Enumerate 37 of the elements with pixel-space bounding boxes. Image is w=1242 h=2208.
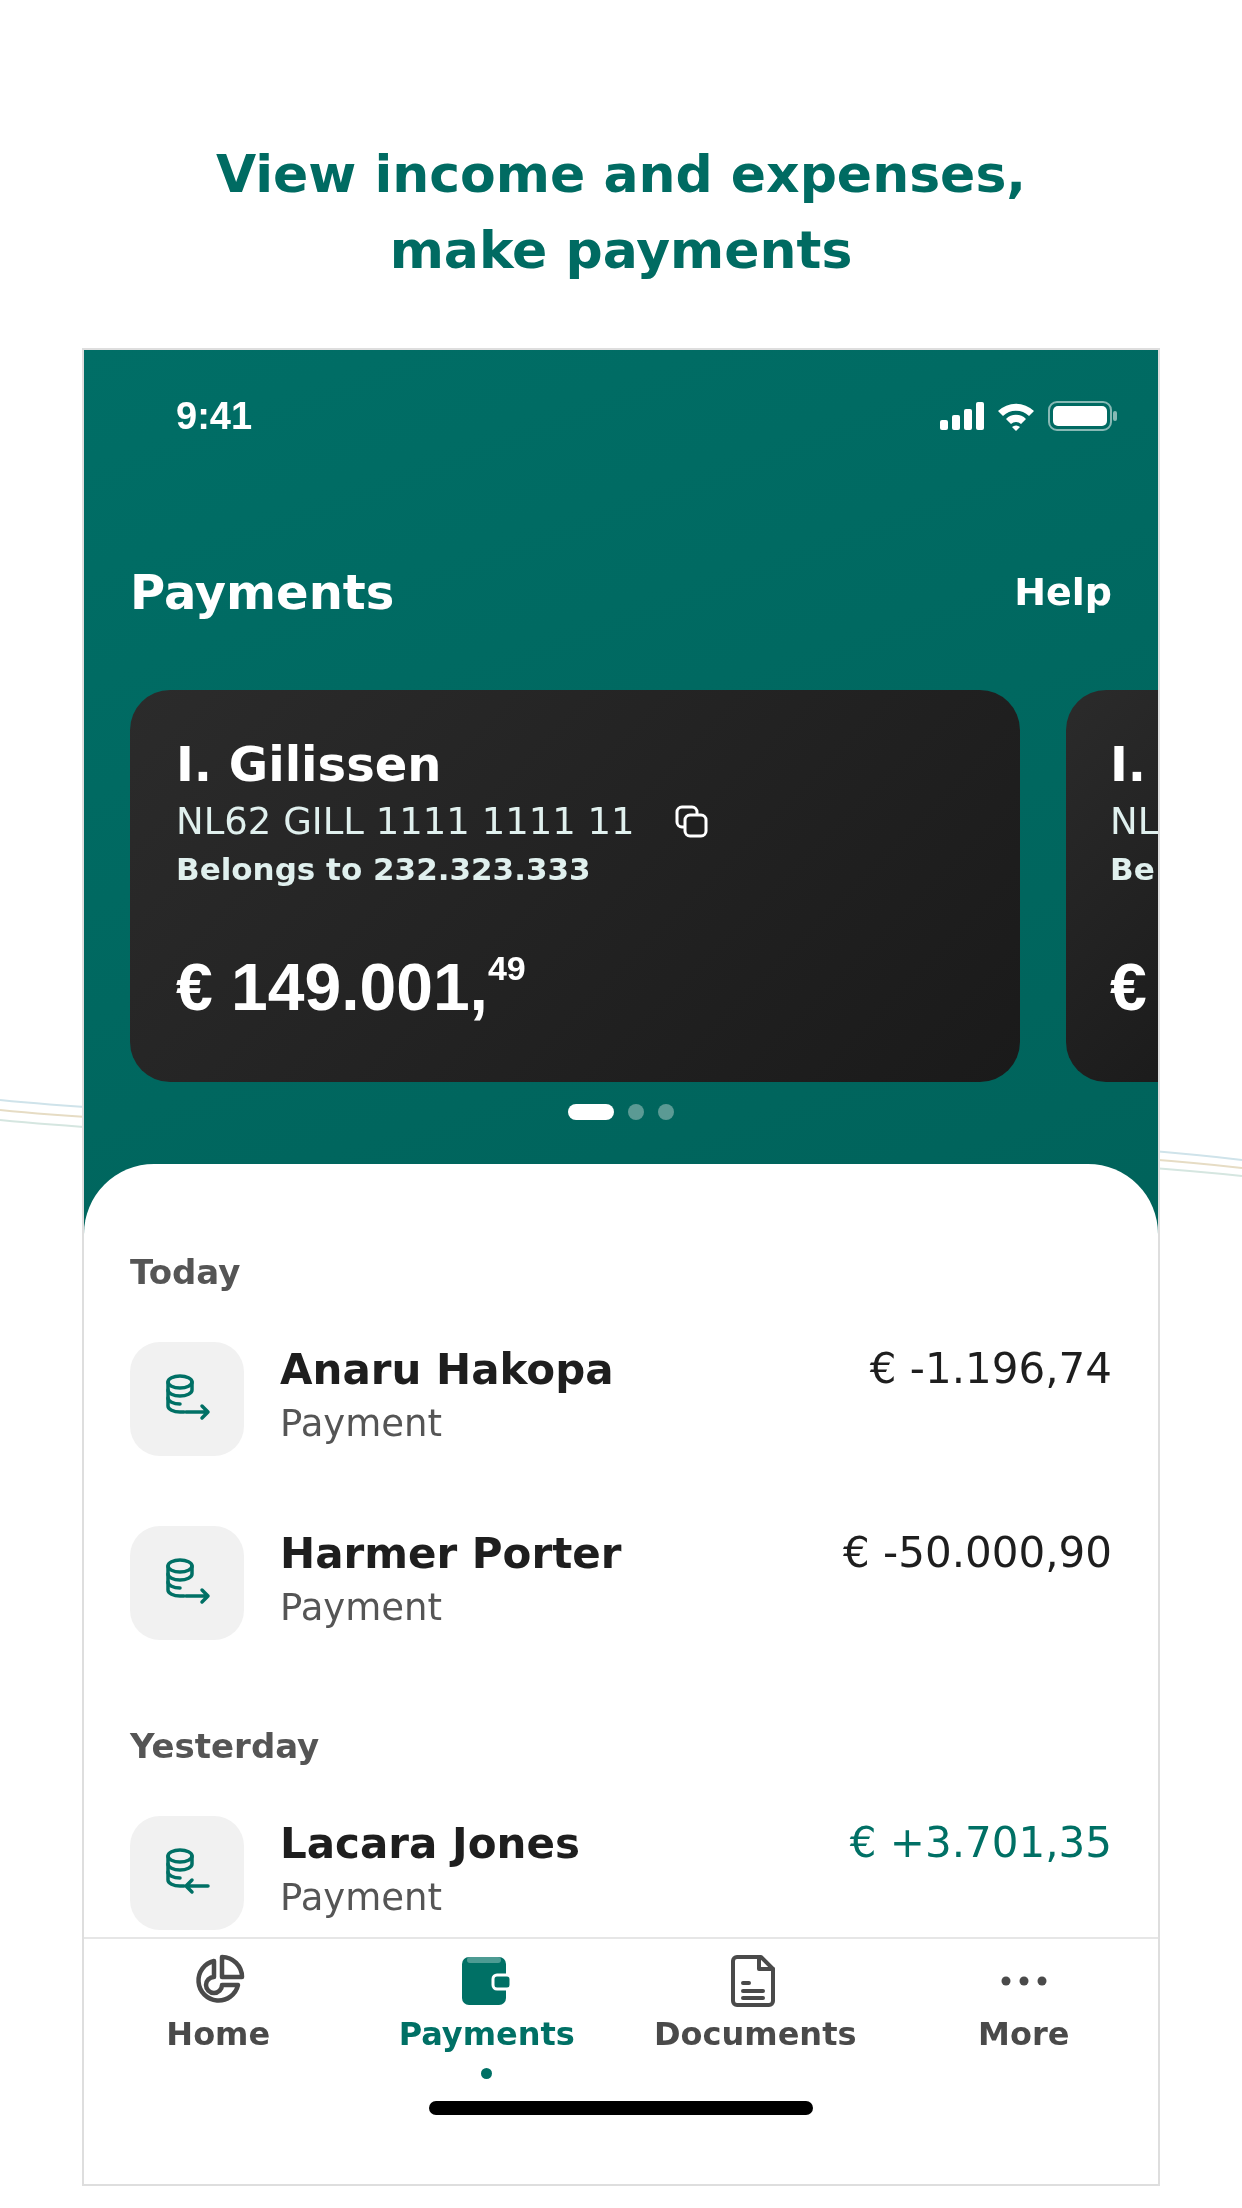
nav-tab[interactable]: Payments xyxy=(352,1939,621,2089)
active-dot xyxy=(481,2068,493,2079)
page-indicator-dot[interactable] xyxy=(628,1104,644,1120)
payee-name: Lacara Jones xyxy=(280,1818,581,1870)
transaction-type: Payment xyxy=(280,1585,443,1631)
balance-amount: € xyxy=(1110,949,1148,1025)
copy-icon[interactable] xyxy=(674,804,709,839)
account-holder: I. Gilissen xyxy=(176,735,443,794)
account-card[interactable]: I. NL Be € xyxy=(1066,690,1158,1082)
transaction-amount: € +3.701,35 xyxy=(849,1818,1112,1867)
signal-icon xyxy=(940,402,984,430)
account-card[interactable]: I. Gilissen NL62 GILL 1111 1111 11 Belongs to 232.323.333 € 149.001,$^{49}$ xyxy=(130,690,1020,1082)
section-heading: Today xyxy=(130,1252,242,1292)
section-heading: Yesterday xyxy=(130,1726,321,1766)
nav-tab[interactable]: Home xyxy=(84,1939,353,2089)
transaction-type: Payment xyxy=(280,1875,443,1921)
transaction-type: Payment xyxy=(280,1401,443,1447)
payee-name: Anaru Hakopa xyxy=(280,1344,615,1396)
headline: View income and expenses, xyxy=(215,143,1027,206)
payee-name: Harmer Porter xyxy=(280,1528,623,1580)
status-time: 9:41 xyxy=(176,394,253,438)
nav-tab[interactable]: Documents xyxy=(621,1939,890,2089)
owner-text: Belongs to 232.323.333 xyxy=(176,851,592,887)
account-holder: I. xyxy=(1110,735,1148,794)
battery-icon xyxy=(1048,401,1118,431)
page-title: Payments xyxy=(130,564,395,620)
wifi-icon xyxy=(996,401,1036,431)
owner-text: Be xyxy=(1110,851,1156,887)
transaction-amount: € -1.196,74 xyxy=(869,1344,1112,1393)
nav-tab[interactable]: More xyxy=(889,1939,1158,2089)
iban-text: NL62 GILL 1111 1111 11 xyxy=(176,800,635,843)
iban-text: NL xyxy=(1110,800,1158,843)
page-indicator-dot[interactable] xyxy=(658,1104,674,1120)
headline: make payments xyxy=(389,219,853,282)
transaction-amount: € -50.000,90 xyxy=(843,1528,1112,1577)
balance-amount: € 149.001,$^{49}$ xyxy=(176,949,527,1025)
help-link[interactable]: Help xyxy=(1014,570,1112,614)
